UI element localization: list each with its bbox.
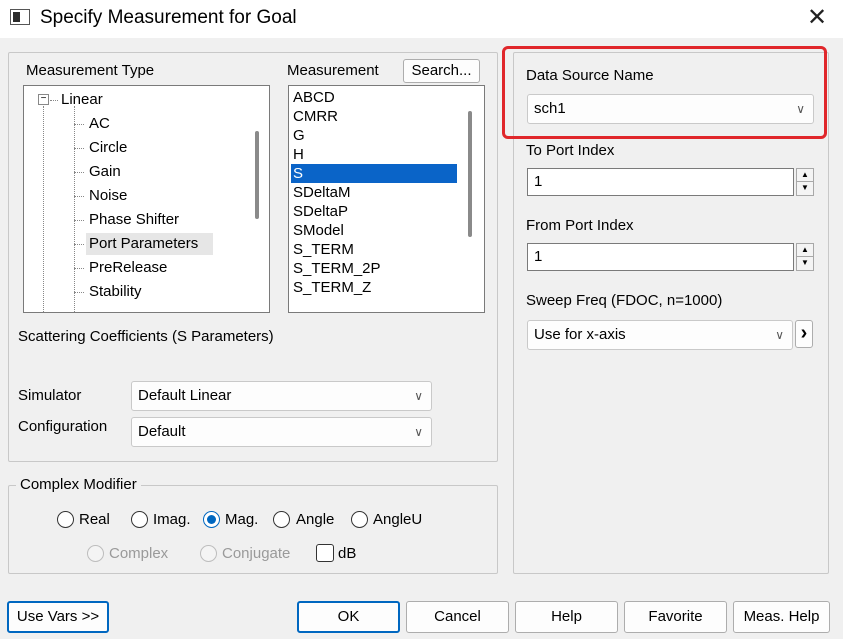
chevron-down-icon: ∨	[775, 328, 784, 342]
radio-imag[interactable]	[131, 511, 148, 528]
simulator-label: Simulator	[18, 387, 82, 404]
stepper-down-icon[interactable]: ▼	[797, 257, 813, 270]
tree-item-selected[interactable]: Port Parameters	[89, 235, 198, 252]
tree-item[interactable]: AC	[89, 115, 110, 132]
window-icon	[10, 9, 30, 25]
data-source-value: sch1	[534, 100, 566, 117]
chevron-down-icon: ∨	[414, 425, 423, 439]
favorite-button[interactable]: Favorite	[624, 601, 727, 633]
measurement-label: Measurement	[287, 62, 379, 79]
radio-conjugate-label: Conjugate	[222, 545, 291, 562]
configuration-label: Configuration	[18, 418, 108, 435]
stepper-down-icon[interactable]: ▼	[797, 182, 813, 195]
measurement-type-label: Measurement Type	[26, 62, 155, 79]
close-icon[interactable]: ✕	[800, 3, 834, 33]
tree-item[interactable]: Circle	[89, 139, 127, 156]
to-port-input[interactable]: 1	[527, 168, 794, 196]
radio-angle[interactable]	[273, 511, 290, 528]
radio-mag-label: Mag.	[225, 511, 259, 528]
complex-modifier-label: Complex Modifier	[16, 476, 141, 493]
radio-angleu-label: AngleU	[373, 511, 423, 528]
sweep-select[interactable]: Use for x-axis ∨	[527, 320, 793, 350]
measurement-type-tree[interactable]: − Linear AC Circle Gain Noise Phase Shif…	[23, 85, 270, 313]
tree-item-linear[interactable]: Linear	[61, 91, 103, 108]
tree-item[interactable]: Stability	[89, 283, 142, 300]
tree-item[interactable]: Gain	[89, 163, 121, 180]
chevron-down-icon: ∨	[414, 389, 423, 403]
meas-help-button[interactable]: Meas. Help	[733, 601, 830, 633]
list-item[interactable]: S_TERM	[293, 240, 354, 259]
measurement-scrollbar[interactable]	[468, 111, 472, 237]
list-item[interactable]: S_TERM_2P	[293, 259, 381, 278]
list-item[interactable]: SModel	[293, 221, 344, 240]
sweep-more-button[interactable]: ›	[795, 320, 813, 348]
configuration-select[interactable]: Default ∨	[131, 417, 432, 447]
measurement-list[interactable]: ABCD CMRR G H S SDeltaM SDeltaP SModel S…	[288, 85, 485, 313]
tree-item[interactable]: Noise	[89, 187, 127, 204]
radio-imag-label: Imag.	[153, 511, 191, 528]
ok-button[interactable]: OK	[297, 601, 400, 633]
list-item-selected[interactable]: S	[291, 164, 457, 183]
to-port-label: To Port Index	[526, 142, 615, 159]
radio-mag[interactable]	[203, 511, 220, 528]
data-source-label: Data Source Name	[526, 67, 654, 84]
tree-item[interactable]: PreRelease	[89, 259, 167, 276]
db-label: dB	[338, 545, 357, 562]
radio-complex[interactable]	[87, 545, 104, 562]
list-item[interactable]: G	[293, 126, 305, 145]
configuration-value: Default	[138, 423, 186, 440]
tree-scrollbar[interactable]	[255, 131, 259, 219]
db-checkbox[interactable]	[316, 544, 334, 562]
chevron-down-icon: ∨	[796, 102, 805, 116]
use-vars-button[interactable]: Use Vars >>	[7, 601, 109, 633]
radio-real-label: Real	[79, 511, 110, 528]
from-port-label: From Port Index	[526, 217, 634, 234]
measurement-description: Scattering Coefficients (S Parameters)	[18, 328, 274, 345]
highlight-box	[502, 46, 827, 139]
radio-complex-label: Complex	[109, 545, 169, 562]
to-port-stepper[interactable]: ▲ ▼	[796, 168, 814, 196]
radio-angle-label: Angle	[296, 511, 335, 528]
stepper-up-icon[interactable]: ▲	[797, 169, 813, 182]
help-button[interactable]: Help	[515, 601, 618, 633]
list-item[interactable]: S_TERM_Z	[293, 278, 371, 297]
radio-conjugate[interactable]	[200, 545, 217, 562]
radio-angleu[interactable]	[351, 511, 368, 528]
sweep-label: Sweep Freq (FDOC, n=1000)	[526, 292, 723, 309]
radio-real[interactable]	[57, 511, 74, 528]
list-item[interactable]: SDeltaP	[293, 202, 348, 221]
data-source-select[interactable]: sch1 ∨	[527, 94, 814, 124]
list-item[interactable]: CMRR	[293, 107, 338, 126]
cancel-button[interactable]: Cancel	[406, 601, 509, 633]
title-bar: Specify Measurement for Goal ✕	[0, 0, 843, 38]
simulator-value: Default Linear	[138, 387, 232, 404]
list-item[interactable]: SDeltaM	[293, 183, 351, 202]
simulator-select[interactable]: Default Linear ∨	[131, 381, 432, 411]
collapse-icon[interactable]: −	[38, 94, 49, 105]
window-title: Specify Measurement for Goal	[40, 7, 297, 28]
list-item[interactable]: ABCD	[293, 88, 335, 107]
from-port-stepper[interactable]: ▲ ▼	[796, 243, 814, 271]
search-button[interactable]: Search...	[403, 59, 480, 83]
stepper-up-icon[interactable]: ▲	[797, 244, 813, 257]
sweep-value: Use for x-axis	[534, 326, 626, 343]
list-item[interactable]: H	[293, 145, 304, 164]
tree-item[interactable]: Phase Shifter	[89, 211, 179, 228]
from-port-input[interactable]: 1	[527, 243, 794, 271]
